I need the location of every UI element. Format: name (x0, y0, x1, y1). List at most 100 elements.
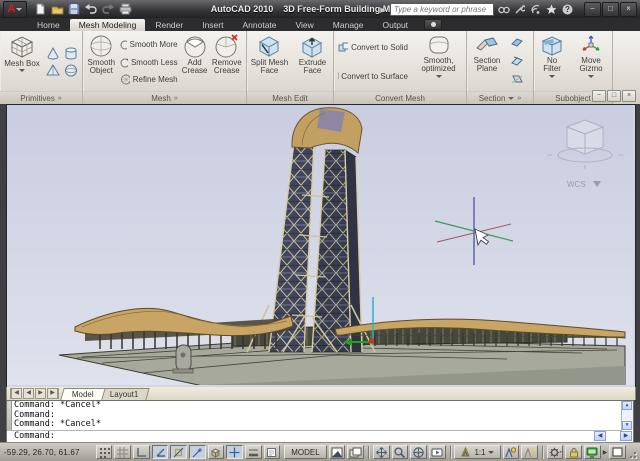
close-button[interactable]: × (620, 2, 637, 17)
redo-button[interactable] (101, 3, 115, 15)
command-input-line[interactable]: Command: ◀ ▶ (7, 430, 633, 442)
plot-button[interactable] (118, 3, 132, 15)
scroll-left-icon[interactable]: ◀ (594, 431, 606, 441)
save-button[interactable] (67, 3, 81, 15)
open-file-button[interactable] (50, 3, 64, 15)
panel-expander-icon[interactable]: » (517, 95, 521, 102)
help-icon[interactable]: ? (561, 3, 574, 16)
performance-tuner-button[interactable] (584, 445, 601, 459)
communication-center-icon[interactable] (529, 3, 542, 16)
command-scrollbar[interactable]: ▲ ▼ (621, 401, 633, 430)
drawing-close-button[interactable]: × (622, 90, 636, 102)
generate-section-button[interactable] (510, 72, 524, 90)
mesh-box-button[interactable]: Mesh Box (2, 33, 42, 91)
smooth-more-button[interactable]: Smooth More (118, 39, 180, 50)
panel-title-mesh-edit[interactable]: Mesh Edit (247, 91, 333, 104)
extrude-face-button[interactable]: Extrude Face (294, 33, 331, 91)
tab-mesh-modeling[interactable]: Mesh Modeling (70, 19, 146, 31)
resize-grip[interactable] (628, 446, 636, 458)
no-filter-button[interactable]: No Filter (536, 33, 568, 91)
mesh-cylinder-button[interactable] (63, 46, 79, 61)
scroll-down-icon[interactable]: ▼ (622, 421, 632, 430)
qp-toggle[interactable] (264, 445, 281, 459)
subscription-center-icon[interactable] (513, 3, 526, 16)
ortho-toggle[interactable] (133, 445, 150, 459)
quick-view-layouts-button[interactable] (329, 445, 346, 459)
panel-expander-icon[interactable]: » (174, 95, 178, 102)
snap-toggle[interactable] (96, 445, 113, 459)
convert-to-solid-button[interactable]: Convert to Solid (336, 42, 410, 53)
first-layout-button[interactable]: ◀ (10, 388, 22, 399)
tab-insert[interactable]: Insert (193, 19, 232, 31)
panel-title-section[interactable]: Section » (467, 91, 533, 104)
coordinates-readout[interactable]: -59.29, 26.70, 61.67 (4, 448, 94, 457)
live-section-button[interactable] (510, 34, 524, 52)
dyn-toggle[interactable] (226, 445, 243, 459)
tab-layout1[interactable]: Layout1 (98, 388, 150, 400)
mesh-cone-button[interactable] (45, 46, 61, 61)
osnap-toggle[interactable] (170, 445, 187, 459)
add-jog-button[interactable] (510, 53, 524, 71)
next-layout-button[interactable]: ▶ (35, 388, 46, 399)
section-plane-button[interactable]: Section Plane (469, 33, 505, 91)
tab-output[interactable]: Output (374, 19, 418, 31)
panel-title-mesh[interactable]: Mesh » (83, 91, 246, 104)
grid-toggle[interactable] (114, 445, 131, 459)
add-crease-button[interactable]: Add Crease (180, 33, 210, 91)
status-menu-arrow-icon[interactable]: ▶ (603, 449, 608, 456)
annotation-scale-button[interactable]: 1:1 (454, 445, 500, 459)
search-binoculars-icon[interactable] (497, 3, 510, 16)
steering-wheel-button[interactable] (410, 445, 427, 459)
otrack-toggle[interactable] (189, 445, 206, 459)
ducs-toggle[interactable] (208, 445, 225, 459)
polar-toggle[interactable] (152, 445, 169, 459)
show-motion-button[interactable] (429, 445, 446, 459)
command-window[interactable]: Command: *Cancel* Command: Command: *Can… (6, 400, 634, 443)
prev-layout-button[interactable]: ◀ (23, 388, 34, 399)
tab-manage[interactable]: Manage (324, 19, 373, 31)
tab-view[interactable]: View (287, 19, 323, 31)
application-menu-button[interactable]: A (3, 1, 27, 18)
command-window-grip[interactable] (7, 401, 12, 430)
refine-mesh-button[interactable]: Refine Mesh (118, 74, 180, 85)
toolbar-lock-button[interactable] (565, 445, 582, 459)
workspace-switching-button[interactable] (547, 445, 564, 459)
drawing-restore-button[interactable]: □ (607, 90, 621, 102)
zoom-button[interactable] (392, 445, 409, 459)
search-input[interactable] (390, 3, 494, 16)
panel-title-convert-mesh[interactable]: Convert Mesh (334, 91, 466, 104)
annotation-autoscale-button[interactable] (521, 445, 538, 459)
panel-expander-icon[interactable]: » (58, 95, 62, 102)
last-layout-button[interactable]: ▶ (47, 388, 59, 399)
drawing-minimize-button[interactable]: − (592, 90, 606, 102)
tab-annotate[interactable]: Annotate (233, 19, 285, 31)
section-dropdown-icon[interactable] (508, 97, 514, 100)
model-space-button[interactable]: MODEL (284, 445, 326, 459)
panel-title-primitives[interactable]: Primitives » (0, 91, 82, 104)
scroll-right-icon[interactable]: ▶ (620, 431, 632, 441)
move-gizmo-button[interactable]: Move Gizmo (572, 33, 610, 91)
restore-button[interactable]: □ (602, 2, 619, 17)
annotation-visibility-button[interactable] (503, 445, 520, 459)
remove-crease-button[interactable]: Remove Crease (210, 33, 244, 91)
mesh-pyramid-button[interactable] (45, 63, 61, 78)
quick-view-drawings-button[interactable] (347, 445, 364, 459)
scroll-up-icon[interactable]: ▲ (622, 401, 632, 410)
pan-button[interactable] (373, 445, 390, 459)
undo-button[interactable] (84, 3, 98, 15)
drawing-viewport[interactable]: WCS (6, 104, 636, 388)
tab-render[interactable]: Render (146, 19, 192, 31)
new-file-button[interactable] (33, 3, 47, 15)
tab-model[interactable]: Model (60, 388, 105, 400)
ribbon-minimize-button[interactable] (424, 19, 442, 30)
smooth-less-button[interactable]: Smooth Less (118, 57, 180, 68)
smooth-object-button[interactable]: Smooth Object (85, 33, 118, 91)
minimize-button[interactable]: − (584, 2, 601, 17)
tab-home[interactable]: Home (28, 19, 69, 31)
favorites-star-icon[interactable] (545, 3, 558, 16)
convert-to-surface-button[interactable]: Convert to Surface (336, 71, 410, 82)
clean-screen-button[interactable] (609, 445, 626, 459)
mesh-sphere-button[interactable] (63, 63, 79, 78)
smooth-optimized-button[interactable]: Smooth, optimized (413, 33, 464, 91)
split-mesh-face-button[interactable]: Split Mesh Face (249, 33, 290, 91)
